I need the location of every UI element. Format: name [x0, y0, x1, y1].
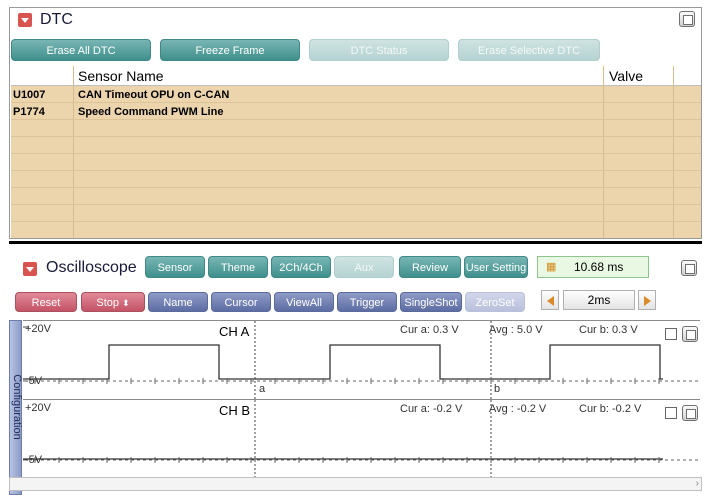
time-readout: ▦ 10.68 ms [537, 256, 649, 278]
collapse-oscilloscope-icon[interactable] [23, 262, 37, 276]
channel-a-bottom-label: -5V [25, 375, 43, 387]
sensor-name-header: Sensor Name [78, 68, 164, 84]
oscilloscope-panel: Oscilloscope Sensor Theme 2Ch/4Ch Aux Re… [9, 247, 702, 495]
freeze-frame-button[interactable]: Freeze Frame [160, 39, 300, 61]
stop-button[interactable]: Stop ⬍ [81, 292, 145, 312]
channel-b-top-label: +20V [25, 402, 51, 414]
trigger-button[interactable]: Trigger [337, 292, 397, 312]
dtc-description: Speed Command PWM Line [78, 106, 224, 118]
reset-button[interactable]: Reset [15, 292, 77, 312]
dtc-code: P1774 [13, 106, 45, 118]
viewall-button[interactable]: ViewAll [274, 292, 334, 312]
horizontal-scrollbar[interactable]: › [9, 477, 702, 491]
aux-button[interactable]: Aux [334, 256, 394, 278]
scroll-right-icon: › [695, 478, 699, 489]
channel-a-cursor-b-value: Cur b: 0.3 V [579, 324, 638, 336]
dtc-description: CAN Timeout OPU on C-CAN [78, 89, 230, 101]
valve-header: Valve [609, 68, 643, 84]
dtc-code: U1007 [13, 89, 46, 101]
user-setting-button[interactable]: User Setting [464, 256, 528, 278]
dtc-title: DTC [40, 11, 73, 28]
channel-b-plot[interactable]: +20V -5V CH B Cur a: -0.2 V Avg : -0.2 V… [23, 399, 700, 480]
theme-button[interactable]: Theme [208, 256, 268, 278]
channel-a-checkbox[interactable] [665, 328, 677, 340]
collapse-dtc-icon[interactable] [18, 13, 32, 27]
panel-divider [9, 241, 702, 244]
channel-a-plot[interactable]: +20V -5V CH A Cur a: 0.3 V Avg : 5.0 V C… [23, 320, 700, 401]
configuration-tab[interactable]: Configuration [9, 320, 23, 495]
timebase-increase-button[interactable] [638, 290, 656, 310]
channel-a-expand-button[interactable] [682, 326, 698, 342]
oscilloscope-title: Oscilloscope [46, 259, 137, 276]
dtc-panel: DTC Erase All DTC Freeze Frame DTC Statu… [9, 7, 702, 239]
channel-b-expand-button[interactable] [682, 405, 698, 421]
arrow-right-icon [644, 296, 651, 306]
sensor-button[interactable]: Sensor [145, 256, 205, 278]
dtc-status-button[interactable]: DTC Status [309, 39, 449, 61]
updown-icon: ⬍ [122, 298, 130, 308]
erase-all-dtc-button[interactable]: Erase All DTC [11, 39, 151, 61]
arrow-left-icon [547, 296, 554, 306]
channel-a-signal [23, 344, 663, 380]
channel-b-average: Avg : -0.2 V [489, 403, 547, 415]
timebase-value: 2ms [563, 290, 635, 310]
channel-b-name: CH B [219, 403, 251, 418]
singleshot-button[interactable]: SingleShot [400, 292, 462, 312]
channel-b-cursor-a-value: Cur a: -0.2 V [400, 403, 463, 415]
oscilloscope-window-button[interactable] [681, 260, 697, 276]
name-button[interactable]: Name [148, 292, 208, 312]
channel-a-cursor-a-value: Cur a: 0.3 V [400, 324, 459, 336]
channel-b-cursor-b-value: Cur b: -0.2 V [579, 403, 642, 415]
review-button[interactable]: Review [399, 256, 461, 278]
zeroset-button[interactable]: ZeroSet [465, 292, 525, 312]
erase-selective-dtc-button[interactable]: Erase Selective DTC [458, 39, 600, 61]
channel-b-bottom-label: -5V [25, 454, 43, 466]
channel-mode-button[interactable]: 2Ch/4Ch [271, 256, 331, 278]
dtc-table-header: Sensor Name Valve [11, 66, 701, 86]
dtc-window-button[interactable] [679, 11, 695, 27]
ruler-icon: ▦ [546, 261, 557, 273]
dtc-table: Sensor Name Valve U1007 CAN Timeout OPU … [11, 66, 701, 238]
timebase-decrease-button[interactable] [541, 290, 559, 310]
cursor-b-marker: b [494, 383, 501, 395]
channel-b-checkbox[interactable] [665, 407, 677, 419]
channel-a-average: Avg : 5.0 V [489, 324, 543, 336]
channel-a-top-label: +20V [25, 323, 51, 335]
cursor-button[interactable]: Cursor [211, 292, 271, 312]
cursor-a-marker: a [259, 383, 266, 395]
channel-a-name: CH A [219, 324, 250, 339]
